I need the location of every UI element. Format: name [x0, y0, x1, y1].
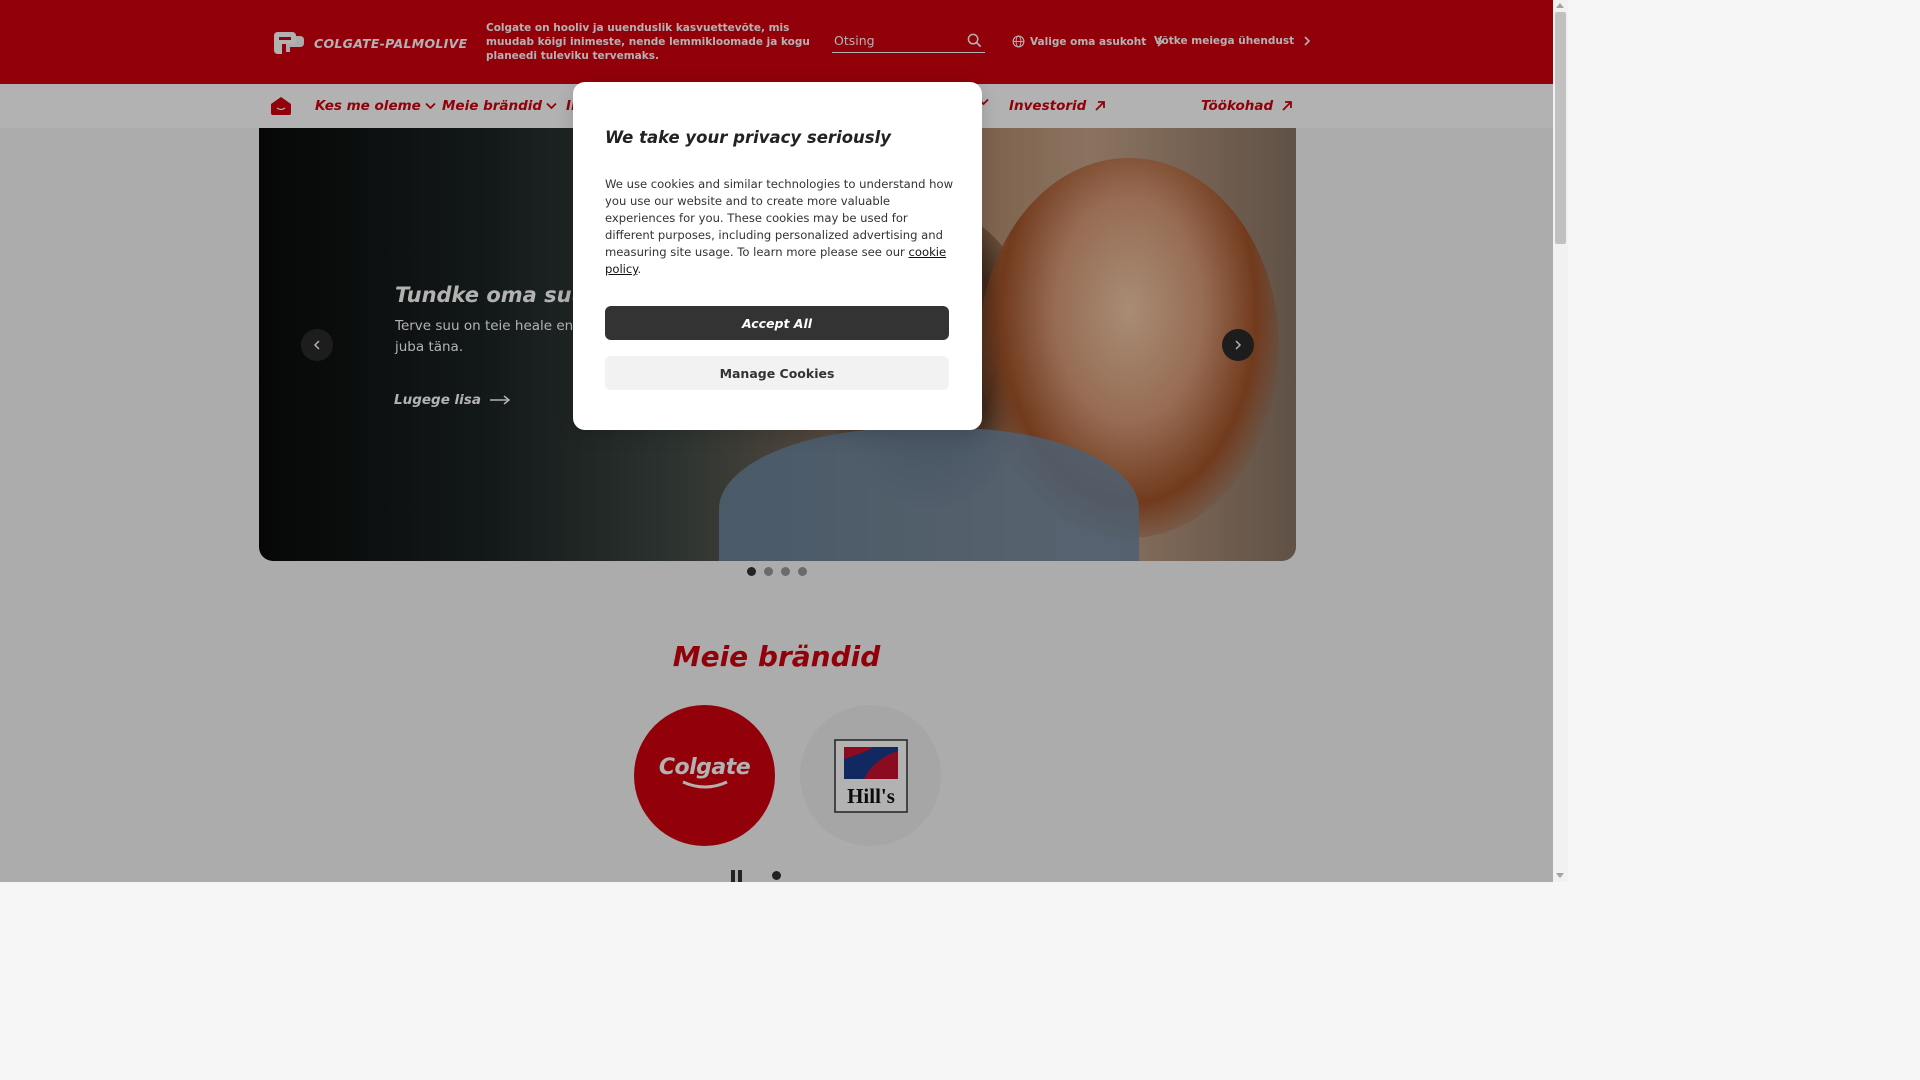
scroll-down-arrow-icon[interactable]	[1556, 873, 1564, 878]
modal-body: We use cookies and similar technologies …	[605, 176, 955, 278]
cookie-consent-modal: We take your privacy seriously We use co…	[573, 82, 982, 430]
modal-body-period: .	[637, 262, 642, 276]
scrollbar-thumb[interactable]	[1555, 12, 1566, 244]
scroll-up-arrow-icon[interactable]	[1556, 3, 1564, 8]
accept-all-button[interactable]: Accept All	[605, 306, 949, 340]
modal-body-text: We use cookies and similar technologies …	[605, 177, 954, 259]
modal-title: We take your privacy seriously	[605, 128, 892, 147]
manage-cookies-button[interactable]: Manage Cookies	[605, 356, 949, 390]
